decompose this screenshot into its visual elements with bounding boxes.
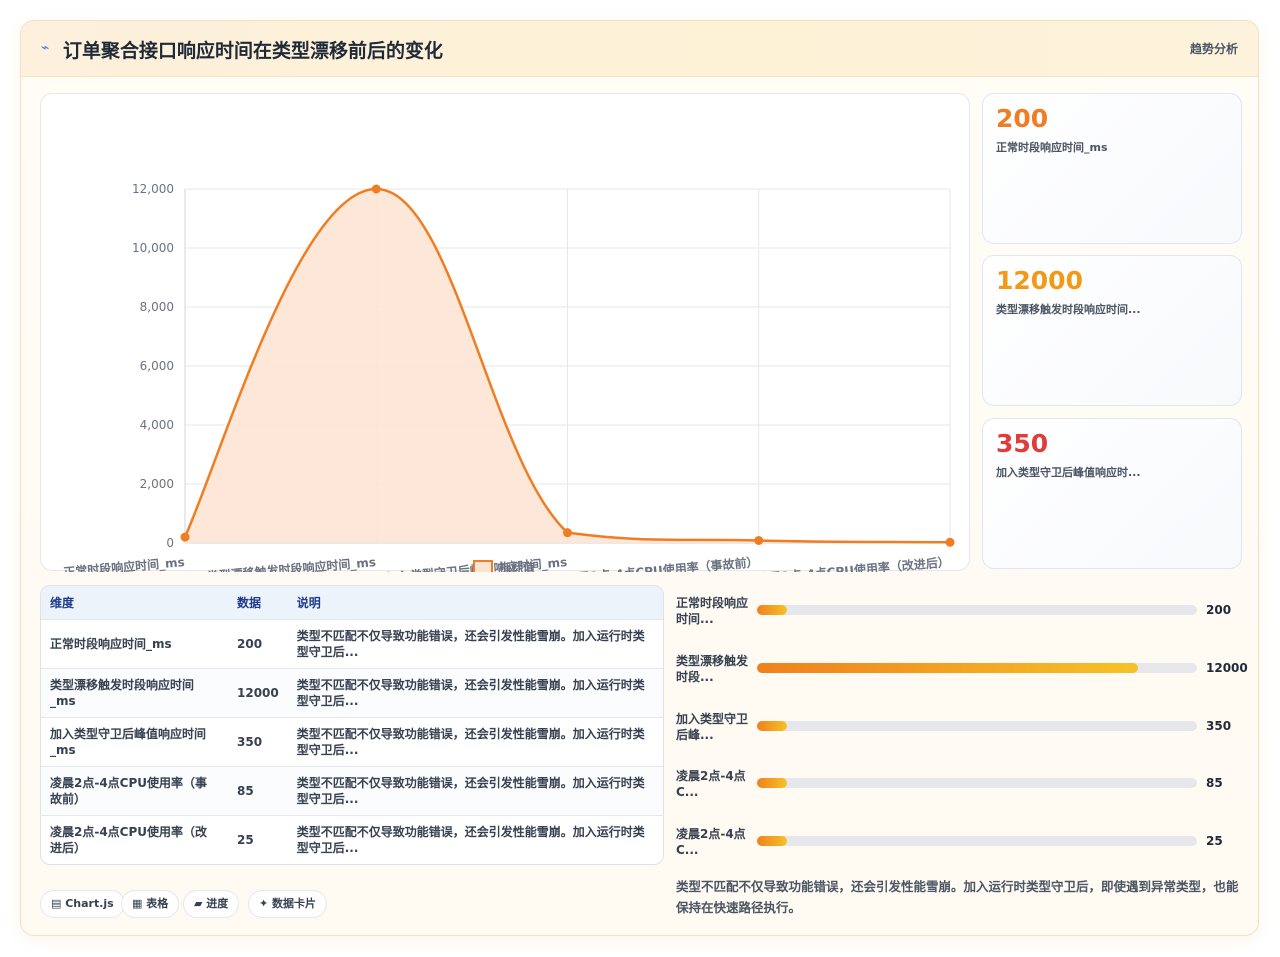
- progress-label: 加入类型守卫后峰...: [676, 712, 749, 742]
- table-cell-dimension: 正常时段响应时间_ms: [41, 618, 228, 668]
- column-header-value: 数据: [228, 586, 288, 619]
- kpi-value: 350: [996, 429, 1049, 458]
- table-row: 凌晨2点-4点CPU使用率（事故前） 85 类型不匹配不仅导致功能错误，还会引发…: [41, 765, 663, 815]
- progress-value: 12000: [1206, 661, 1248, 675]
- kpi-label: 正常时段响应时间_ms: [996, 141, 1108, 154]
- progress-value: 200: [1206, 603, 1232, 617]
- progress-track: [757, 778, 1197, 788]
- progress-track: [757, 663, 1197, 673]
- x-tick-label: 凌晨2点-4点CPU使用率（改进后）: [757, 554, 951, 572]
- table-cell-value: 12000: [228, 667, 288, 717]
- summary-note: 类型不匹配不仅导致功能错误，还会引发性能雪崩。加入运行时类型守卫后，即使遇到异常…: [676, 879, 1239, 915]
- data-point: [754, 535, 764, 545]
- data-point: [945, 537, 955, 547]
- kpi-card-guarded: 350 加入类型守卫后峰值响应时...: [982, 418, 1242, 569]
- table-cell-dimension: 凌晨2点-4点CPU使用率（事故前）: [41, 765, 228, 815]
- table-cell-description: 类型不匹配不仅导致功能错误，还会引发性能雪崩。加入运行时类型守卫后...: [287, 618, 663, 668]
- chip-progress[interactable]: ▰ 进度: [183, 890, 240, 918]
- table-cell-value: 350: [228, 716, 288, 766]
- table-cell-dimension: 加入类型守卫后峰值响应时间_ms: [41, 716, 228, 766]
- analysis-type-tag: 趋势分析: [1189, 42, 1238, 56]
- kpi-card-normal: 200 正常时段响应时间_ms: [982, 93, 1242, 244]
- column-header-description: 说明: [287, 586, 663, 619]
- legend-label: 指标值: [499, 560, 535, 572]
- chip-chartjs[interactable]: ▤ Chart.js: [40, 890, 125, 918]
- progress-track: [757, 605, 1197, 615]
- progress-fill: [757, 721, 787, 731]
- table-cell-description: 类型不匹配不仅导致功能错误，还会引发性能雪崩。加入运行时类型守卫后...: [287, 716, 663, 766]
- progress-track: [757, 836, 1197, 846]
- progress-fill: [757, 778, 787, 788]
- data-table: 维度 数据 说明 正常时段响应时间_ms 200 类型不匹配不仅导致功能错误，还…: [41, 586, 663, 864]
- progress-label: 类型漂移触发时段...: [676, 654, 749, 684]
- table-cell-dimension: 类型漂移触发时段响应时间_ms: [41, 667, 228, 717]
- y-tick-label: 8,000: [140, 300, 174, 314]
- table-cell-value: 25: [228, 814, 288, 864]
- progress-label: 正常时段响应时间...: [676, 596, 749, 626]
- progress-row: 凌晨2点-4点C... 25: [676, 824, 1246, 864]
- progress-row: 加入类型守卫后峰... 350: [676, 709, 1246, 749]
- progress-value: 85: [1206, 776, 1223, 790]
- y-tick-label: 4,000: [140, 418, 174, 432]
- y-tick-label: 2,000: [140, 477, 174, 491]
- y-tick-label: 10,000: [132, 241, 174, 255]
- data-table-card: 维度 数据 说明 正常时段响应时间_ms 200 类型不匹配不仅导致功能错误，还…: [40, 585, 664, 865]
- progress-row: 正常时段响应时间... 200: [676, 593, 1246, 633]
- column-header-dimension: 维度: [41, 586, 228, 619]
- x-tick-label: 类型漂移触发时段响应时间_ms: [206, 554, 376, 572]
- dashboard-panel: ⌁ 订单聚合接口响应时间在类型漂移前后的变化 趋势分析 0 2,000 4,000 6…: [20, 20, 1259, 936]
- page-title: 订单聚合接口响应时间在类型漂移前后的变化: [63, 40, 444, 62]
- table-row: 加入类型守卫后峰值响应时间_ms 350 类型不匹配不仅导致功能错误，还会引发性…: [41, 716, 663, 766]
- progress-row: 凌晨2点-4点C... 85: [676, 766, 1246, 806]
- table-cell-description: 类型不匹配不仅导致功能错误，还会引发性能雪崩。加入运行时类型守卫后...: [287, 765, 663, 815]
- data-point: [180, 532, 190, 542]
- kpi-value: 12000: [996, 266, 1083, 295]
- chip-table[interactable]: ▦ 表格: [121, 890, 180, 918]
- table-cell-dimension: 凌晨2点-4点CPU使用率（改进后）: [41, 814, 228, 864]
- table-row: 凌晨2点-4点CPU使用率（改进后） 25 类型不匹配不仅导致功能错误，还会引发…: [41, 814, 663, 864]
- kpi-label: 类型漂移触发时段响应时间...: [996, 303, 1141, 316]
- table-cell-description: 类型不匹配不仅导致功能错误，还会引发性能雪崩。加入运行时类型守卫后...: [287, 814, 663, 864]
- table-cell-value: 85: [228, 765, 288, 815]
- progress-value: 350: [1206, 719, 1232, 733]
- progress-label: 凌晨2点-4点C...: [676, 769, 746, 799]
- kpi-label: 加入类型守卫后峰值响应时...: [996, 466, 1141, 479]
- progress-row: 类型漂移触发时段... 12000: [676, 651, 1248, 691]
- x-tick-label: 正常时段响应时间_ms: [63, 554, 186, 572]
- progress-label: 凌晨2点-4点C...: [676, 827, 746, 857]
- kpi-card-drift: 12000 类型漂移触发时段响应时间...: [982, 255, 1242, 406]
- legend-swatch: [473, 560, 493, 572]
- table-header-row: 维度 数据 说明: [41, 586, 663, 619]
- header-bar: ⌁ 订单聚合接口响应时间在类型漂移前后的变化 趋势分析: [21, 21, 1258, 77]
- progress-value: 25: [1206, 834, 1223, 848]
- table-cell-description: 类型不匹配不仅导致功能错误，还会引发性能雪崩。加入运行时类型守卫后...: [287, 667, 663, 717]
- chart-card: 0 2,000 4,000 6,000 8,000 10,000 12,000 正常时段响应时…: [40, 93, 970, 572]
- x-tick-label: 凌晨2点-4点CPU使用率（事故前）: [565, 554, 759, 572]
- kpi-value: 200: [996, 104, 1049, 133]
- progress-fill: [757, 663, 1138, 673]
- progress-fill: [757, 605, 787, 615]
- y-tick-label: 0: [166, 536, 174, 550]
- table-row: 类型漂移触发时段响应时间_ms 12000 类型不匹配不仅导致功能错误，还会引发…: [41, 667, 663, 717]
- data-point: [371, 184, 381, 194]
- data-point: [563, 528, 572, 538]
- y-tick-label: 12,000: [132, 182, 174, 196]
- chip-data-cards[interactable]: ✦ 数据卡片: [248, 890, 328, 918]
- area-chart: 0 2,000 4,000 6,000 8,000 10,000 12,000 正常时段响应时…: [63, 182, 955, 572]
- table-cell-value: 200: [228, 618, 288, 668]
- y-tick-label: 6,000: [140, 359, 174, 373]
- progress-fill: [757, 836, 787, 846]
- table-row: 正常时段响应时间_ms 200 类型不匹配不仅导致功能错误，还会引发性能雪崩。加…: [41, 618, 663, 668]
- chart-line-icon: ⌁: [41, 40, 50, 56]
- progress-track: [757, 721, 1197, 731]
